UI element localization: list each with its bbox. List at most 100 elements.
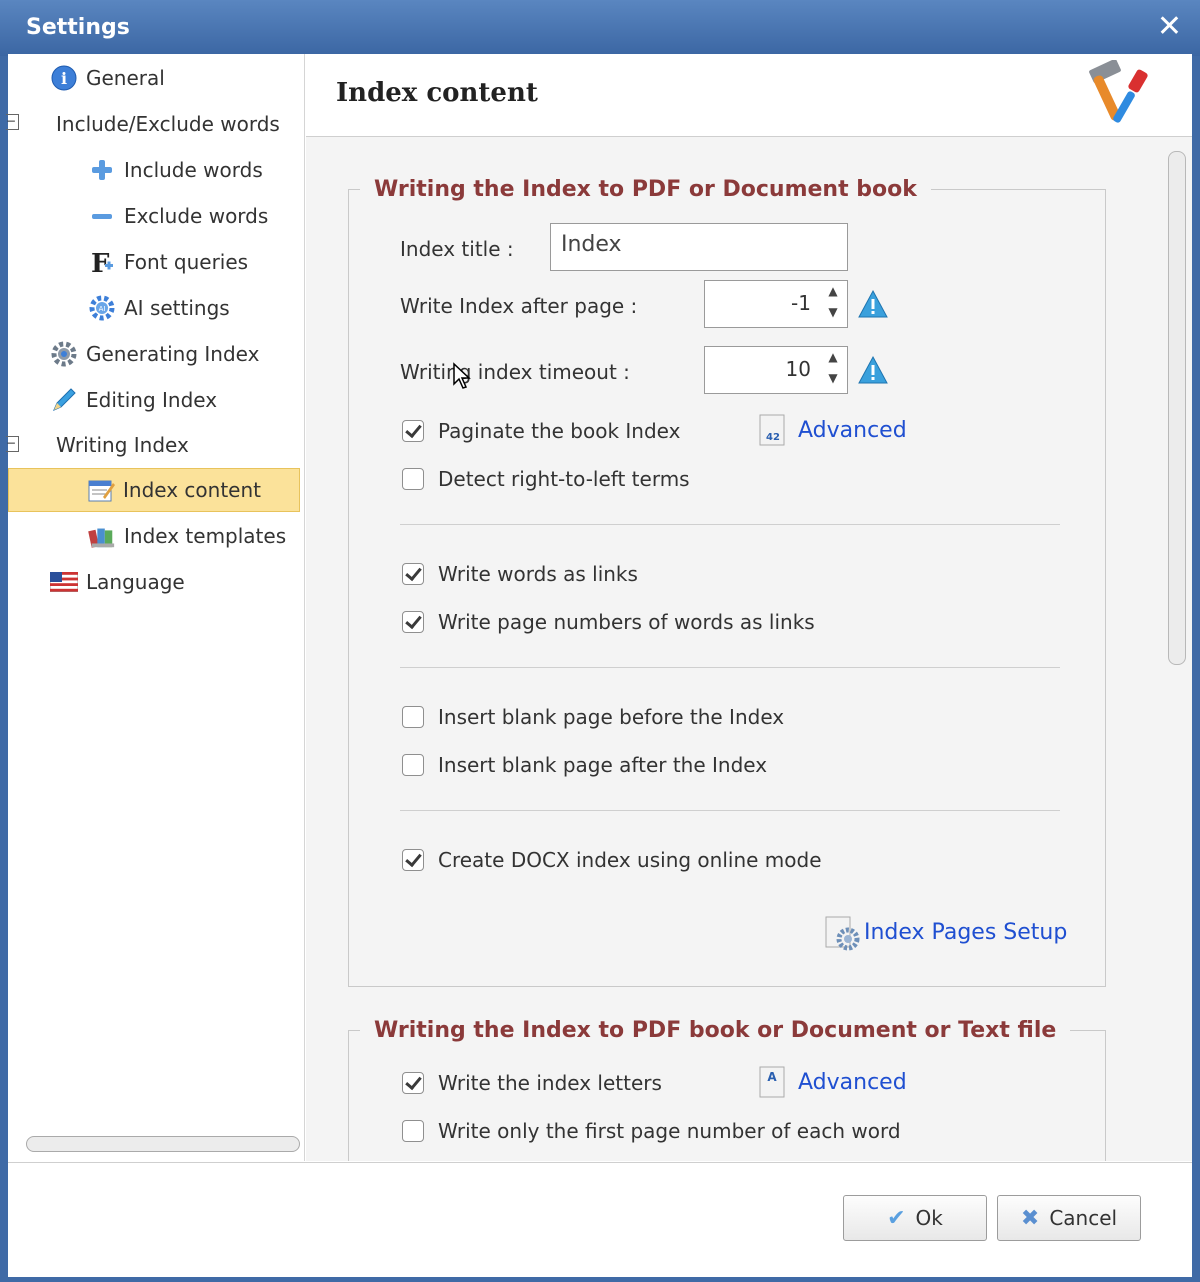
mouse-cursor-icon (453, 362, 471, 389)
close-icon[interactable]: ✕ (1157, 12, 1182, 42)
plus-icon (88, 156, 116, 184)
after-page-label: Write Index after page : (400, 294, 638, 318)
tree-item-label: General (86, 66, 165, 90)
tree-item-label: Editing Index (86, 388, 218, 412)
first-page-only-label: Write only the first page number of each… (438, 1119, 901, 1143)
gear-icon (50, 340, 78, 368)
warning-icon (857, 355, 889, 385)
content-vertical-scrollbar[interactable] (1168, 151, 1186, 665)
letter-page-icon: A (758, 1065, 788, 1099)
paginate-label: Paginate the book Index (438, 419, 681, 443)
blank-before-label: Insert blank page before the Index (438, 705, 785, 729)
blank-after-check-box[interactable] (402, 754, 424, 776)
svg-text:A: A (767, 1070, 777, 1084)
tree-item-include-exclude[interactable]: Include/Exclude words (56, 104, 280, 144)
first-page-only-checkbox[interactable]: Write only the first page number of each… (402, 1119, 901, 1143)
collapse-include-exclude-icon[interactable]: − (6, 114, 19, 130)
tree-item-label: Writing Index (56, 433, 189, 457)
tree-item-index-content[interactable]: Index content (8, 468, 300, 512)
page-links-check-box[interactable] (402, 611, 424, 633)
cancel-label: Cancel (1049, 1206, 1118, 1230)
spin-down-icon[interactable]: ▼ (823, 305, 843, 323)
docx-online-label: Create DOCX index using online mode (438, 848, 822, 872)
blank-before-checkbox[interactable]: Insert blank page before the Index (402, 705, 784, 729)
divider (400, 667, 1060, 668)
tree-item-label: Exclude words (124, 204, 269, 228)
timeout-spinner[interactable]: 10 ▲ ▼ (704, 346, 848, 394)
svg-text:F: F (91, 249, 110, 276)
divider (400, 524, 1060, 525)
index-letters-check-box[interactable] (402, 1072, 424, 1094)
blank-before-check-box[interactable] (402, 706, 424, 728)
font-icon: F (88, 248, 116, 276)
svg-text:i: i (61, 69, 67, 88)
paginate-checkbox[interactable]: Paginate the book Index (402, 419, 680, 443)
index-title-input[interactable]: Index (550, 223, 848, 271)
tree-item-editing-index[interactable]: Editing Index (50, 380, 217, 420)
advanced-pagination-link[interactable]: 42 Advanced (758, 413, 907, 447)
tree-item-font-queries[interactable]: F Font queries (88, 242, 248, 282)
info-icon: i (50, 64, 78, 92)
docx-online-check-box[interactable] (402, 849, 424, 871)
tree-item-generating-index[interactable]: Generating Index (50, 334, 259, 374)
tree-item-label: Include/Exclude words (56, 112, 280, 136)
rtl-checkbox[interactable]: Detect right-to-left terms (402, 467, 690, 491)
settings-tree: i General − Include/Exclude words Includ… (6, 54, 305, 1161)
svg-text:AI: AI (99, 305, 106, 313)
rtl-label: Detect right-to-left terms (438, 467, 690, 491)
page-links-checkbox[interactable]: Write page numbers of words as links (402, 610, 815, 634)
tree-item-label: Font queries (124, 250, 249, 274)
pencil-icon (50, 386, 78, 414)
tree-item-writing-index[interactable]: Writing Index (56, 425, 189, 465)
advanced-link-label: Advanced (798, 1069, 907, 1095)
window-title: Settings (26, 15, 130, 40)
svg-text:42: 42 (766, 432, 780, 443)
index-pages-setup-link[interactable]: Index Pages Setup (824, 915, 1068, 951)
cancel-x-icon: ✖ (1020, 1205, 1040, 1231)
tree-item-ai-settings[interactable]: AI AI settings (88, 288, 230, 328)
after-page-spinner[interactable]: -1 ▲ ▼ (704, 280, 848, 328)
first-page-only-check-box[interactable] (402, 1120, 424, 1142)
cancel-button[interactable]: ✖ Cancel (997, 1195, 1141, 1241)
page-header: Index content (306, 54, 1192, 137)
paginate-check-box[interactable] (402, 420, 424, 442)
ai-gear-icon: AI (88, 294, 116, 322)
tree-item-include-words[interactable]: Include words (88, 150, 263, 190)
words-links-check-box[interactable] (402, 563, 424, 585)
blank-after-checkbox[interactable]: Insert blank page after the Index (402, 753, 767, 777)
ok-button[interactable]: ✔ Ok (843, 1195, 987, 1241)
tree-item-label: AI settings (124, 296, 230, 320)
blank-after-label: Insert blank page after the Index (438, 753, 768, 777)
ok-label: Ok (915, 1206, 943, 1230)
words-links-checkbox[interactable]: Write words as links (402, 562, 638, 586)
timeout-label: Writing index timeout : (400, 360, 630, 384)
tree-item-exclude-words[interactable]: Exclude words (88, 196, 268, 236)
advanced-link-label: Advanced (798, 417, 907, 443)
tree-item-index-templates[interactable]: Index templates (88, 516, 286, 556)
index-pages-setup-label: Index Pages Setup (864, 919, 1068, 945)
after-page-value: -1 (791, 291, 811, 315)
spin-up-icon[interactable]: ▲ (823, 284, 843, 302)
docx-online-checkbox[interactable]: Create DOCX index using online mode (402, 848, 822, 872)
spin-down-icon[interactable]: ▼ (823, 371, 843, 389)
page-links-label: Write page numbers of words as links (438, 610, 815, 634)
collapse-writing-index-icon[interactable]: − (6, 436, 19, 452)
rtl-check-box[interactable] (402, 468, 424, 490)
books-icon (88, 522, 116, 550)
spin-up-icon[interactable]: ▲ (823, 350, 843, 368)
checkmark-icon: ✔ (887, 1205, 906, 1231)
index-letters-checkbox[interactable]: Write the index letters (402, 1071, 662, 1095)
index-title-label: Index title : (400, 237, 514, 261)
tree-item-language[interactable]: Language (50, 562, 185, 602)
settings-window: Settings ✕ i General − Include/Exclude w… (0, 0, 1200, 1282)
index-content-icon (87, 476, 115, 504)
sidebar-horizontal-scrollbar[interactable] (26, 1136, 300, 1152)
tree-item-label: Language (86, 570, 185, 594)
tree-item-label: Index content (123, 478, 261, 502)
tools-icon (1084, 58, 1162, 130)
index-letters-label: Write the index letters (438, 1071, 662, 1095)
tree-item-general[interactable]: i General (50, 58, 165, 98)
title-bar: Settings ✕ (0, 0, 1200, 56)
group-pdf-document-book-legend: Writing the Index to PDF or Document boo… (360, 177, 931, 202)
advanced-letters-link[interactable]: A Advanced (758, 1065, 907, 1099)
